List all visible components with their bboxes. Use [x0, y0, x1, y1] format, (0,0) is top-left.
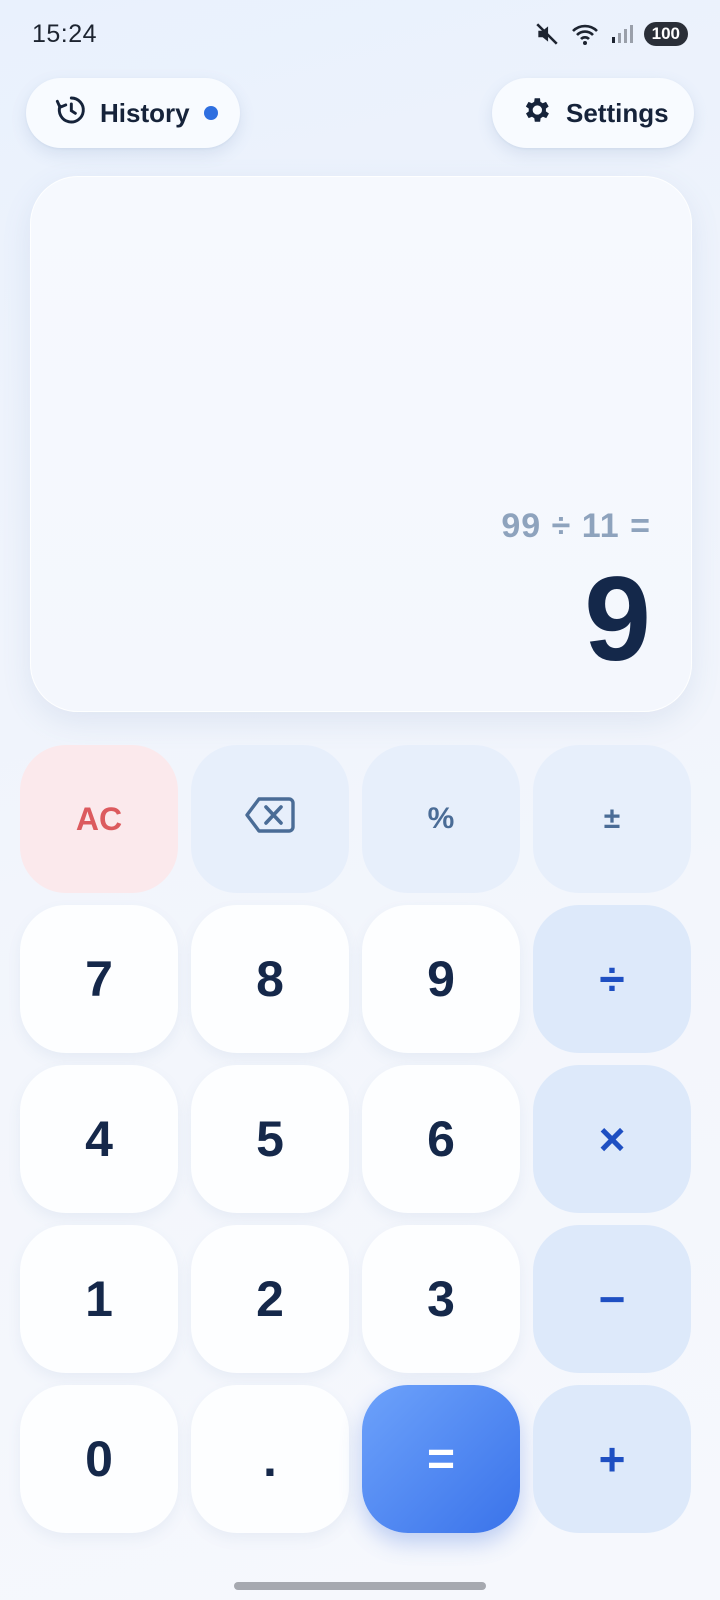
battery-icon: 100: [643, 22, 688, 46]
digit-7-button[interactable]: 7: [20, 905, 178, 1053]
digit-3-button[interactable]: 3: [362, 1225, 520, 1373]
status-icons: 100: [534, 21, 688, 47]
clear-button[interactable]: AC: [20, 745, 178, 893]
settings-button[interactable]: Settings: [492, 78, 694, 148]
plus-button[interactable]: +: [533, 1385, 691, 1533]
backspace-icon: [245, 795, 295, 843]
digit-1-button[interactable]: 1: [20, 1225, 178, 1373]
wifi-icon: [570, 21, 600, 47]
history-label: History: [100, 97, 190, 128]
sign-toggle-button[interactable]: ±: [533, 745, 691, 893]
gear-icon: [520, 94, 552, 133]
digit-6-button[interactable]: 6: [362, 1065, 520, 1213]
digit-0-button[interactable]: 0: [20, 1385, 178, 1533]
signal-icon: [610, 22, 634, 46]
percent-button[interactable]: %: [362, 745, 520, 893]
history-icon: [54, 94, 86, 133]
digit-9-button[interactable]: 9: [362, 905, 520, 1053]
divide-button[interactable]: ÷: [533, 905, 691, 1053]
digit-2-button[interactable]: 2: [191, 1225, 349, 1373]
mute-icon: [534, 21, 560, 47]
digit-4-button[interactable]: 4: [20, 1065, 178, 1213]
multiply-button[interactable]: ×: [533, 1065, 691, 1213]
digit-5-button[interactable]: 5: [191, 1065, 349, 1213]
digit-8-button[interactable]: 8: [191, 905, 349, 1053]
expression-text: 99 ÷ 11 =: [501, 507, 651, 545]
decimal-button[interactable]: .: [191, 1385, 349, 1533]
result-text: 9: [584, 552, 651, 686]
settings-label: Settings: [566, 97, 669, 128]
status-time: 15:24: [32, 19, 98, 48]
calculator-display: 99 ÷ 11 = 9: [30, 176, 692, 712]
home-indicator[interactable]: [234, 1582, 486, 1590]
minus-button[interactable]: −: [533, 1225, 691, 1373]
equals-button[interactable]: =: [362, 1385, 520, 1533]
history-indicator-dot: [203, 106, 218, 120]
backspace-button[interactable]: [191, 745, 349, 893]
status-bar: 15:24 100: [0, 0, 720, 68]
history-button[interactable]: History: [26, 78, 240, 148]
